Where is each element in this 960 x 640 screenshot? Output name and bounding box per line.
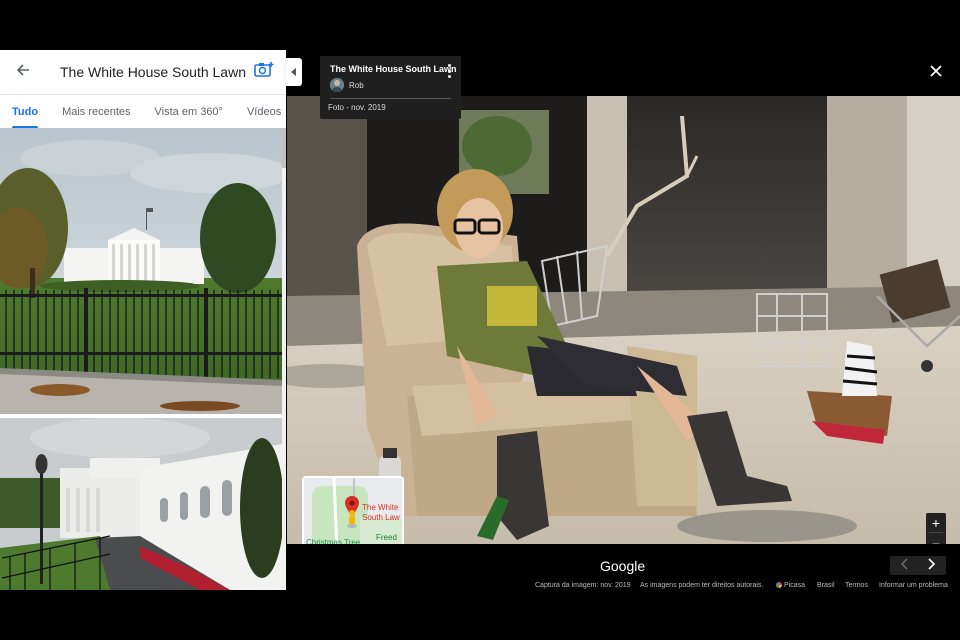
- caret-left-icon: [291, 63, 297, 81]
- google-logo: Google: [600, 558, 646, 574]
- tab-videos[interactable]: Vídeos: [247, 95, 281, 129]
- photo-thumbnail[interactable]: [0, 128, 282, 414]
- zoom-in-button[interactable]: +: [926, 513, 946, 532]
- back-button[interactable]: [0, 50, 46, 94]
- copyright-notice: As imagens podem ter direitos autorais.: [640, 582, 764, 589]
- dot: [447, 64, 451, 67]
- add-photo-button[interactable]: [252, 60, 276, 84]
- scrollbar-thumb[interactable]: [282, 128, 286, 168]
- collapse-panel-button[interactable]: [286, 58, 302, 86]
- west-wing-photo: [0, 418, 282, 590]
- camera-plus-icon: [254, 61, 274, 84]
- photo-info-card: The White House South Lawn Rob Foto - no…: [320, 56, 461, 119]
- arrow-left-icon: [15, 62, 31, 83]
- tab-360[interactable]: Vista em 360°: [155, 95, 223, 129]
- picasa-icon: [776, 582, 782, 588]
- report-problem-link[interactable]: Informar um problema: [879, 582, 948, 589]
- panel-scrollbar[interactable]: [282, 128, 286, 590]
- pegman-icon: [346, 510, 358, 533]
- panel-title: The White House South Lawn: [60, 64, 246, 80]
- more-options-button[interactable]: [445, 64, 453, 78]
- panel-header: The White House South Lawn: [0, 50, 286, 95]
- map-freed-label: Freed: [376, 533, 397, 542]
- chevron-left-icon: [900, 557, 908, 575]
- photos-side-panel: The White House South Lawn Tudo Mais rec…: [0, 50, 286, 590]
- divider: [330, 98, 451, 99]
- info-card-title: The White House South Lawn: [330, 64, 457, 74]
- next-photo-button[interactable]: [918, 556, 946, 575]
- dot: [447, 75, 451, 78]
- photo-navigation: [890, 556, 946, 575]
- photo-tabs: Tudo Mais recentes Vista em 360° Vídeos: [0, 95, 286, 129]
- tab-recent[interactable]: Mais recentes: [62, 95, 130, 129]
- terms-link[interactable]: Termos: [845, 582, 868, 589]
- chevron-right-icon: [928, 557, 936, 575]
- photo-date: Foto - nov. 2019: [328, 103, 386, 112]
- white-house-photo: [0, 128, 282, 414]
- picasa-label: Picasa: [784, 582, 806, 589]
- close-button[interactable]: [925, 62, 947, 84]
- close-icon: [930, 64, 942, 82]
- photo-thumbnail[interactable]: [0, 418, 282, 590]
- avatar: [330, 78, 344, 92]
- author-name: Rob: [349, 80, 364, 90]
- dot: [447, 69, 451, 73]
- country-link[interactable]: Brasil: [817, 582, 835, 589]
- map-place-label-line1: The White: [362, 503, 399, 512]
- picasa-link[interactable]: Picasa: [776, 582, 805, 589]
- previous-photo-button[interactable]: [890, 556, 918, 575]
- map-place-label-line2: South Law: [362, 513, 400, 522]
- author-link[interactable]: Rob: [330, 78, 364, 92]
- capture-date: Captura da imagem: nov. 2019: [535, 582, 631, 589]
- tab-all[interactable]: Tudo: [12, 95, 39, 129]
